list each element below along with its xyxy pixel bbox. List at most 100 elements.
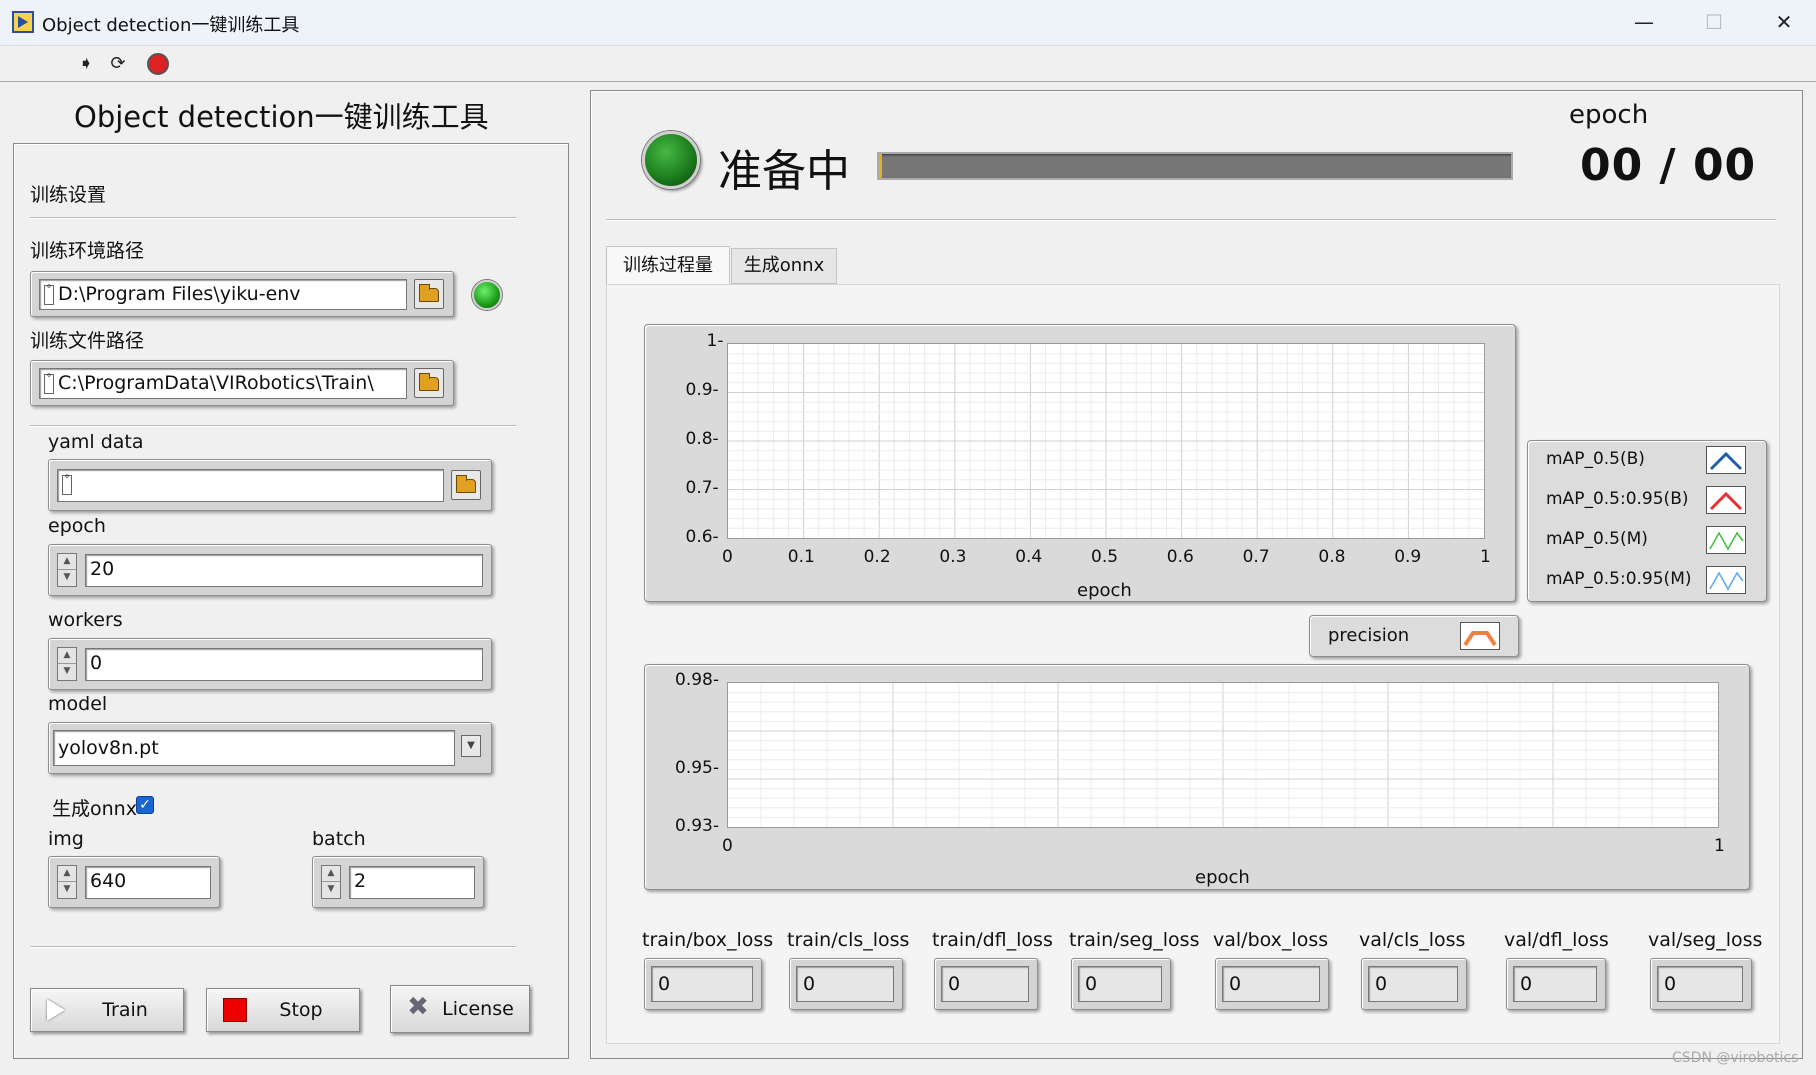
progress-fill <box>879 154 882 178</box>
batch-stepper[interactable]: ▲ ▼ <box>321 865 341 899</box>
path-icon: ° <box>44 284 54 305</box>
minimize-button[interactable]: — <box>1620 6 1668 38</box>
y-tick-label: 0.7- <box>685 478 719 498</box>
file-path-control: ° C:\ProgramData\VIRobotics\Train\ <box>30 360 454 406</box>
legend-swatch-lightblue-icon[interactable] <box>1706 566 1746 594</box>
loss-indicator: 0 <box>1650 958 1752 1010</box>
watermark: CSDN @virobotics <box>1672 1050 1799 1066</box>
img-stepper[interactable]: ▲ ▼ <box>57 865 77 899</box>
epoch-counter: 00 / 00 <box>1580 140 1757 191</box>
env-path-value: D:\Program Files\yiku-env <box>58 283 301 305</box>
epoch-field[interactable]: 20 <box>85 554 483 587</box>
run-toolbar: ➧ ⟳ <box>0 46 1816 82</box>
legend-label: mAP_0.5(M) <box>1546 529 1648 549</box>
train-button[interactable]: Train <box>30 988 184 1032</box>
map-x-axis-title: epoch <box>1077 580 1132 601</box>
workers-label: workers <box>48 609 123 631</box>
divider <box>30 217 516 219</box>
chevron-down-icon[interactable]: ▼ <box>461 735 481 757</box>
loss-indicator: 0 <box>789 958 903 1010</box>
run-arrow-icon[interactable]: ➧ <box>74 52 98 76</box>
section-title: 训练设置 <box>30 184 107 206</box>
epoch-label: epoch <box>48 515 106 537</box>
model-select[interactable]: yolov8n.pt <box>53 730 455 766</box>
legend-label: mAP_0.5:0.95(B) <box>1546 489 1689 509</box>
x-tick-label: 0.4 <box>1015 547 1043 567</box>
legend-swatch-green-icon[interactable] <box>1706 526 1746 554</box>
env-path-label: 训练环境路径 <box>30 240 145 262</box>
y-tick-label: 0.6- <box>685 527 719 547</box>
map-legend: mAP_0.5(B) mAP_0.5:0.95(B) mAP_0.5(M) mA… <box>1527 440 1767 602</box>
status-led <box>642 131 700 189</box>
x-tick-label: 0.1 <box>787 547 815 567</box>
y-tick-label: 0.8- <box>685 429 719 449</box>
file-path-browse-button[interactable] <box>414 368 444 398</box>
loss-label: val/dfl_loss <box>1504 929 1609 951</box>
env-path-control: ° D:\Program Files\yiku-env <box>30 271 454 317</box>
divider <box>30 425 516 427</box>
close-button[interactable]: ✕ <box>1760 6 1808 38</box>
batch-control: ▲ ▼ 2 <box>312 856 484 908</box>
loss-value: 0 <box>1513 966 1597 1002</box>
loss-label: val/cls_loss <box>1359 929 1466 951</box>
abort-icon[interactable] <box>147 53 169 75</box>
tab-generate-onnx[interactable]: 生成onnx <box>731 248 837 284</box>
loss-label: val/seg_loss <box>1648 929 1763 951</box>
workers-control: ▲ ▼ 0 <box>48 638 492 690</box>
training-progress-bar <box>877 152 1513 180</box>
loss-indicator: 0 <box>934 958 1038 1010</box>
window-title-bar: Object detection一键训练工具 — ☐ ✕ <box>0 0 1816 46</box>
y-tick-label: 1- <box>706 331 724 351</box>
x-tick-label: 1 <box>1714 836 1725 856</box>
yaml-field[interactable]: ° <box>57 469 444 502</box>
maximize-button[interactable]: ☐ <box>1690 6 1738 38</box>
env-path-field[interactable]: ° D:\Program Files\yiku-env <box>39 279 407 310</box>
legend-label: mAP_0.5:0.95(M) <box>1546 569 1692 589</box>
loss-indicator: 0 <box>1215 958 1329 1010</box>
loss-label: train/seg_loss <box>1069 929 1200 951</box>
loss-value: 0 <box>796 966 894 1002</box>
map-grid <box>728 344 1484 538</box>
workers-field[interactable]: 0 <box>85 648 483 681</box>
loss-value: 0 <box>1657 966 1743 1002</box>
x-tick-label: 0.9 <box>1394 547 1422 567</box>
img-label: img <box>48 828 84 850</box>
x-tick-label: 0.8 <box>1318 547 1346 567</box>
tab-training-metrics[interactable]: 训练过程量 <box>606 246 730 285</box>
app-heading: Object detection一键训练工具 <box>74 100 489 134</box>
yaml-label: yaml data <box>48 431 144 453</box>
path-icon: ° <box>44 373 54 394</box>
loss-label: train/box_loss <box>642 929 774 951</box>
folder-icon <box>419 372 439 391</box>
x-tick-label: 0 <box>722 547 733 567</box>
yaml-control: ° <box>48 459 492 511</box>
legend-swatch-red-icon[interactable] <box>1706 486 1746 514</box>
x-tick-label: 1 <box>1480 547 1491 567</box>
status-text: 准备中 <box>718 146 850 197</box>
y-tick-label: 0.93- <box>675 816 719 836</box>
loss-label: train/dfl_loss <box>932 929 1053 951</box>
epoch-counter-label: epoch <box>1569 100 1649 130</box>
onnx-checkbox[interactable]: ✓ <box>136 796 154 814</box>
x-tick-label: 0.6 <box>1166 547 1194 567</box>
batch-field[interactable]: 2 <box>349 866 475 899</box>
file-path-field[interactable]: ° C:\ProgramData\VIRobotics\Train\ <box>39 368 407 399</box>
file-path-label: 训练文件路径 <box>30 330 145 352</box>
legend-swatch-orange-icon[interactable] <box>1460 622 1500 650</box>
loss-value: 0 <box>1368 966 1458 1002</box>
x-tick-label: 0.7 <box>1242 547 1270 567</box>
env-path-browse-button[interactable] <box>414 279 444 309</box>
workers-stepper[interactable]: ▲ ▼ <box>57 647 77 681</box>
epoch-stepper[interactable]: ▲ ▼ <box>57 553 77 587</box>
precision-plot-area <box>727 682 1719 828</box>
yaml-browse-button[interactable] <box>451 470 481 500</box>
legend-swatch-blue-icon[interactable] <box>1706 446 1746 474</box>
stop-button[interactable]: Stop <box>206 988 360 1032</box>
license-button[interactable]: ✖ License <box>390 985 530 1033</box>
y-tick-label: 0.9- <box>685 380 719 400</box>
run-continuously-icon[interactable]: ⟳ <box>106 52 130 76</box>
img-field[interactable]: 640 <box>85 866 211 899</box>
labview-app-icon <box>12 11 34 33</box>
epoch-control: ▲ ▼ 20 <box>48 544 492 596</box>
precision-grid <box>728 683 1718 827</box>
